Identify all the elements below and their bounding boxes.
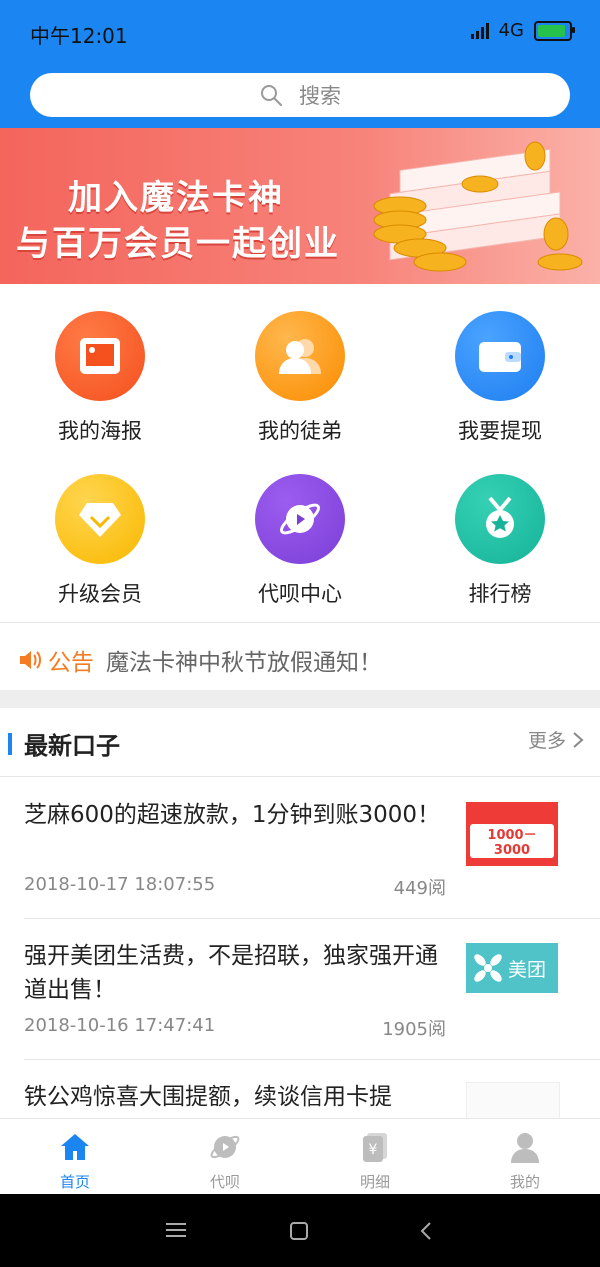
notice-message: 魔法卡神中秋节放假通知！ <box>106 650 382 676</box>
tab-label: 代呗 <box>209 1173 240 1191</box>
feature-grid: 我的海报 我的徒弟 我要提现 升级会员 代呗中心 排行榜 <box>0 284 600 622</box>
thumb-text: 1000－3000 <box>470 824 554 858</box>
grid-item-daibei[interactable]: 代呗中心 <box>200 447 400 607</box>
search-icon <box>261 85 282 106</box>
grid-label-daibei: 代呗中心 <box>258 582 342 606</box>
article-date: 2018-10-16 17:47:41 <box>24 1015 216 1036</box>
signal-icon <box>470 22 489 39</box>
ledger-icon: ¥ <box>363 1133 387 1162</box>
section-accent-bar <box>8 733 12 755</box>
article-date: 2018-10-17 18:07:55 <box>24 874 216 895</box>
tab-details[interactable]: ¥ 明细 <box>300 1119 450 1195</box>
article-title: 铁公鸡惊喜大围提额，续谈信用卡提 <box>24 1084 392 1110</box>
header: 中午12:01 4G 搜索 <box>0 0 600 128</box>
home-button-icon[interactable] <box>290 1222 308 1240</box>
svg-text:¥: ¥ <box>369 1142 378 1158</box>
grid-item-withdraw[interactable]: 我要提现 <box>400 284 600 444</box>
home-icon <box>61 1134 89 1160</box>
battery-icon <box>534 20 575 41</box>
article-thumbnail: 1000－3000 <box>466 802 558 866</box>
grid-label-withdraw: 我要提现 <box>458 419 542 443</box>
tab-label: 首页 <box>59 1173 90 1191</box>
status-right: 4G <box>470 20 575 41</box>
grid-item-poster[interactable]: 我的海报 <box>0 284 200 444</box>
grid-item-upgrade[interactable]: 升级会员 <box>0 447 200 607</box>
more-label: 更多 <box>527 730 566 752</box>
back-icon[interactable] <box>420 1221 432 1241</box>
menu-icon[interactable] <box>166 1222 186 1238</box>
divider <box>0 622 600 623</box>
wallet-icon <box>455 311 545 401</box>
promo-banner[interactable]: 加入魔法卡神 与百万会员一起创业 <box>0 128 600 284</box>
article-reads: 449阅 <box>393 878 446 899</box>
latest-section-header: 最新口子 更多 <box>0 708 600 776</box>
banner-line1: 加入魔法卡神 <box>68 178 284 218</box>
tab-label: 明细 <box>359 1173 390 1191</box>
more-link[interactable]: 更多 <box>528 726 584 753</box>
grid-item-apprentice[interactable]: 我的徒弟 <box>200 284 400 444</box>
status-bar: 中午12:01 4G <box>0 0 600 66</box>
search-placeholder: 搜索 <box>299 84 341 108</box>
tab-label: 我的 <box>509 1173 540 1191</box>
planet-icon <box>210 1135 240 1159</box>
tab-mine[interactable]: 我的 <box>450 1119 600 1195</box>
section-gap <box>0 690 600 708</box>
network-label: 4G <box>498 20 524 41</box>
notice-tag: 公告 <box>48 650 94 676</box>
diamond-icon <box>55 474 145 564</box>
grid-label-upgrade: 升级会员 <box>58 582 142 606</box>
user-icon <box>511 1133 539 1163</box>
tab-home[interactable]: 首页 <box>0 1119 150 1195</box>
money-stack-illustration <box>373 141 583 272</box>
notice-bar[interactable]: 公告 魔法卡神中秋节放假通知！ <box>18 643 382 677</box>
grid-item-ranking[interactable]: 排行榜 <box>400 447 600 607</box>
article-thumbnail <box>466 1082 560 1118</box>
meituan-logo-icon <box>474 954 502 982</box>
search-input[interactable]: 搜索 <box>30 73 570 117</box>
article-thumbnail: 美团 <box>466 943 558 993</box>
section-title: 最新口子 <box>24 732 120 760</box>
chevron-right-icon <box>573 731 584 748</box>
grid-label-ranking: 排行榜 <box>468 582 532 606</box>
article-reads: 1905阅 <box>382 1019 446 1040</box>
speaker-icon <box>20 651 41 669</box>
planet-icon <box>255 474 345 564</box>
article-item[interactable]: 铁公鸡惊喜大围提额，续谈信用卡提 <box>0 1060 600 1118</box>
banner-line2: 与百万会员一起创业 <box>16 224 340 264</box>
bottom-nav: 首页 代呗 ¥ 明细 我的 <box>0 1118 600 1195</box>
article-item[interactable]: 芝麻600的超速放款，1分钟到账3000！ 2018-10-17 18:07:5… <box>0 778 600 918</box>
thumb-text: 美团 <box>508 958 547 981</box>
divider <box>0 776 600 777</box>
system-nav-bar <box>0 1194 600 1267</box>
article-title: 强开美团生活费，不是招联，独家强开通道出售！ <box>24 943 438 1003</box>
grid-label-apprentice: 我的徒弟 <box>258 419 342 443</box>
article-title: 芝麻600的超速放款，1分钟到账3000！ <box>24 802 441 828</box>
people-icon <box>255 311 345 401</box>
grid-label-poster: 我的海报 <box>58 419 142 443</box>
article-item[interactable]: 强开美团生活费，不是招联，独家强开通道出售！ 2018-10-16 17:47:… <box>0 919 600 1059</box>
status-time: 中午12:01 <box>30 24 128 48</box>
poster-icon <box>55 311 145 401</box>
tab-daibei[interactable]: 代呗 <box>150 1119 300 1195</box>
medal-icon <box>455 474 545 564</box>
